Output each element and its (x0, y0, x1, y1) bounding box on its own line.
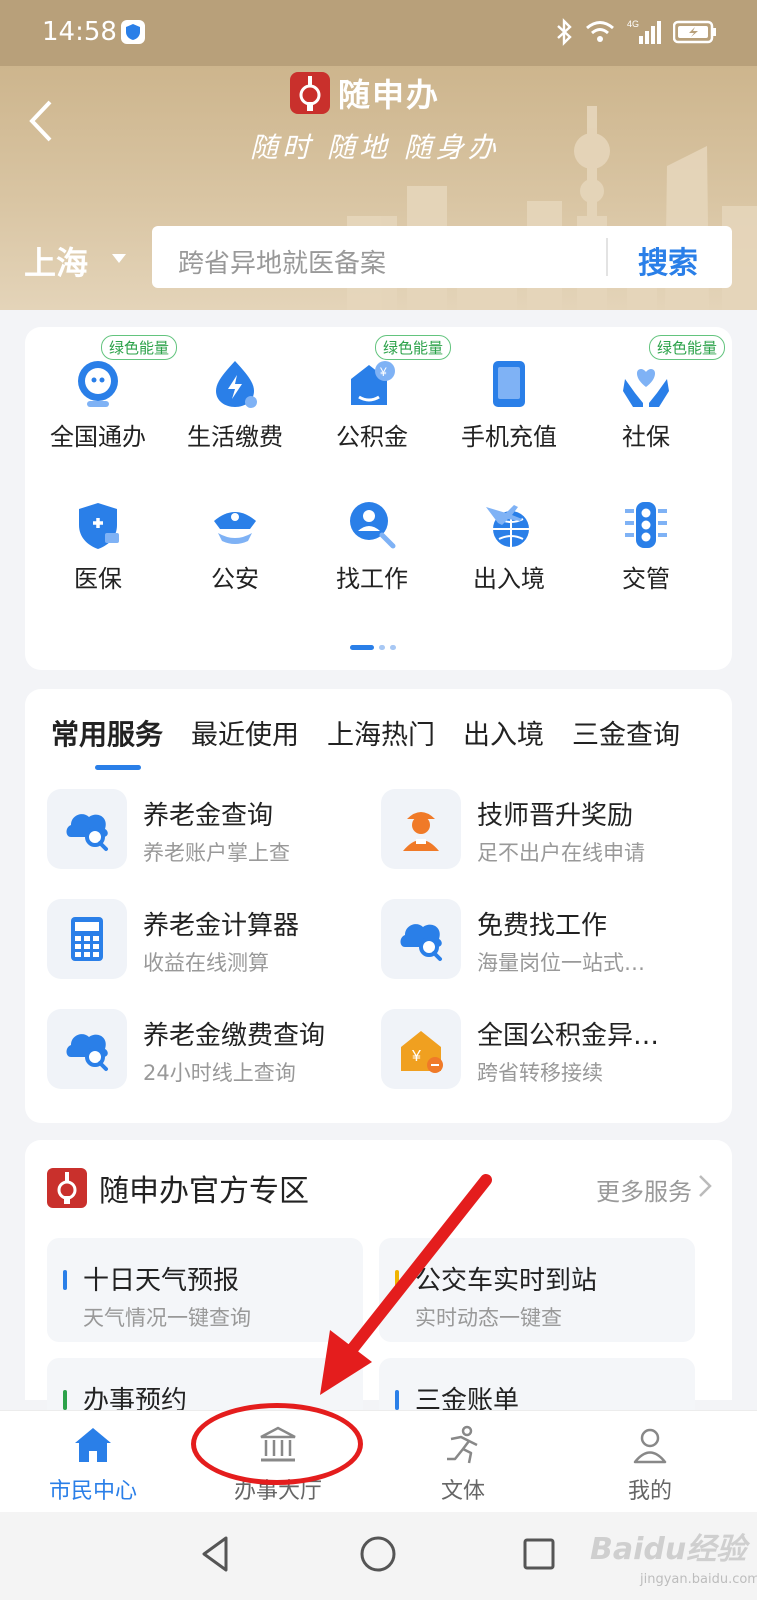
annotation-circle (191, 1403, 363, 1485)
watermark-url: jingyan.baidu.com (640, 1572, 757, 1587)
watermark-brand: Baidu经验 (590, 1532, 747, 1567)
annotation-arrow (320, 1174, 492, 1395)
baidu-watermark: Baidu经验 jingyan.baidu.com (590, 1514, 757, 1594)
